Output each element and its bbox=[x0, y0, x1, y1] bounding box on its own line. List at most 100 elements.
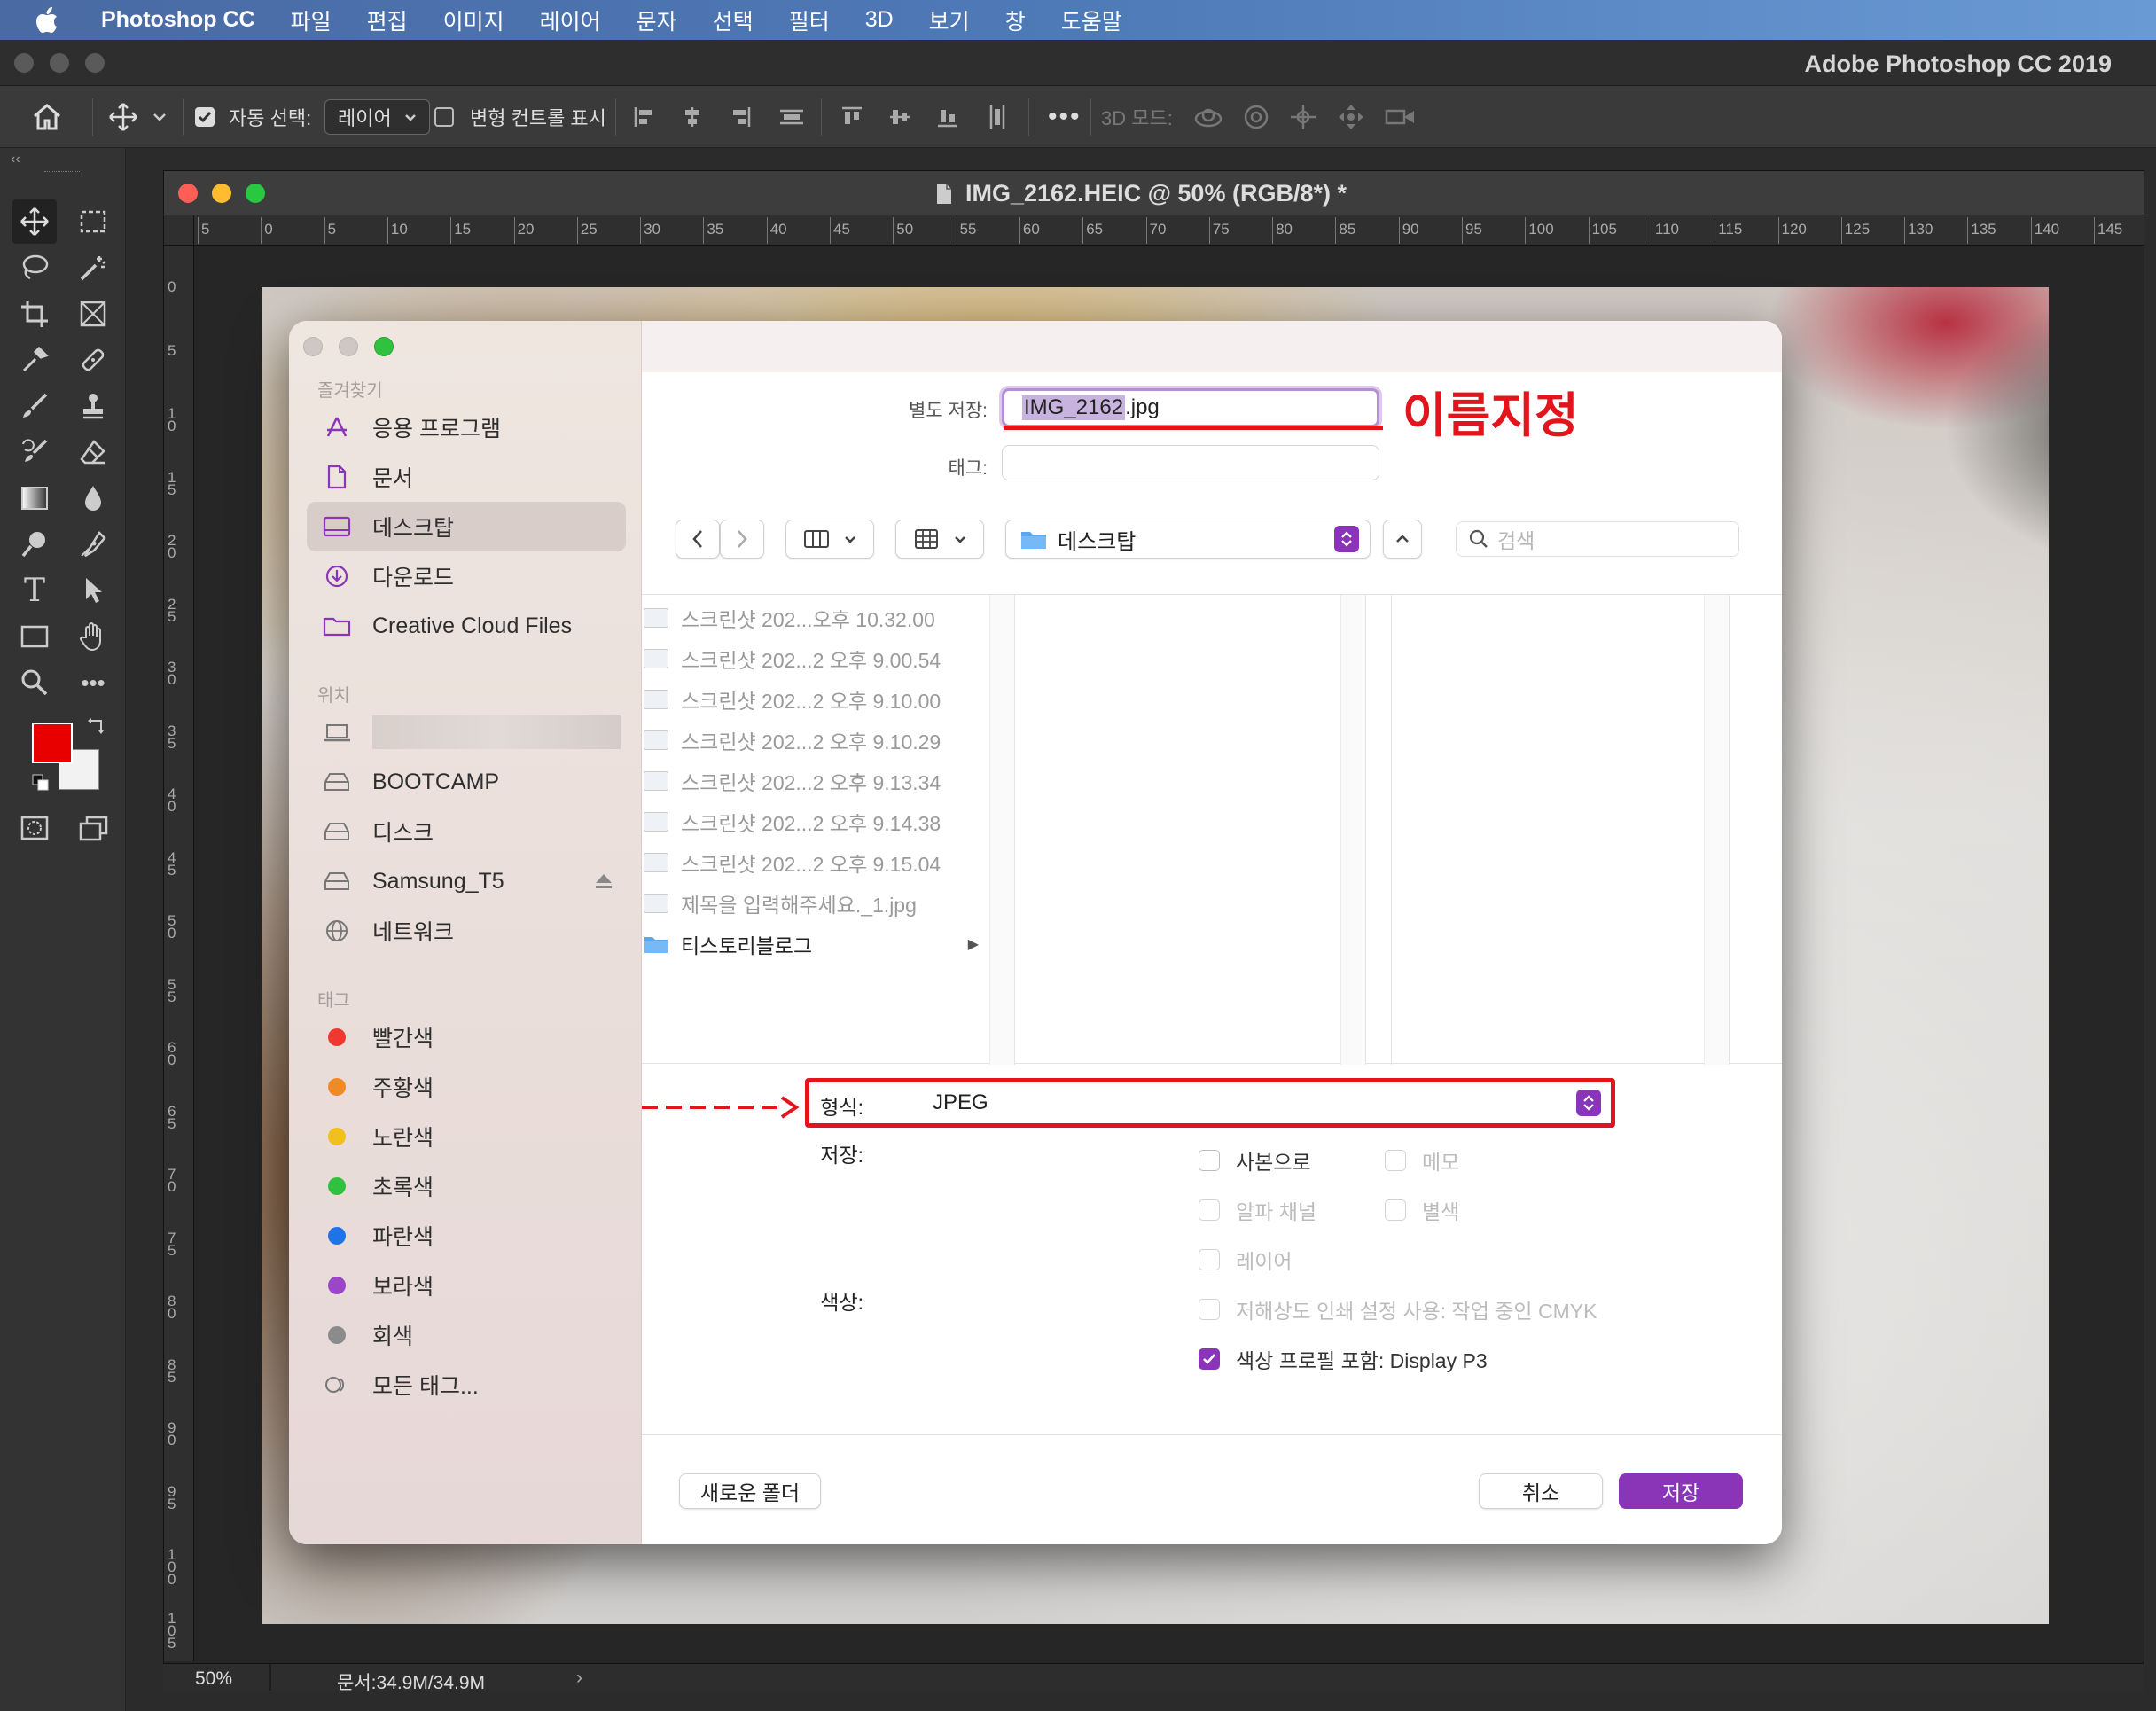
close-window-button[interactable] bbox=[14, 53, 34, 73]
transform-controls-checkbox[interactable] bbox=[434, 107, 454, 127]
horizontal-ruler[interactable]: 5 0 5 10 15 20 25 30 35 40 45 50 55 60 65 70 75 80 85 90 95 1… bbox=[164, 215, 2144, 246]
menu-view[interactable]: 보기 bbox=[929, 4, 970, 36]
sidebar-item-bootcamp[interactable]: BOOTCAMP bbox=[307, 757, 626, 807]
menu-select[interactable]: 선택 bbox=[713, 4, 754, 36]
sidebar-item-documents[interactable]: 문서 bbox=[307, 452, 626, 502]
collapse-dialog-button[interactable] bbox=[1383, 520, 1422, 559]
menu-type[interactable]: 문자 bbox=[637, 4, 677, 36]
chevron-down-icon[interactable] bbox=[152, 86, 167, 148]
menu-layer[interactable]: 레이어 bbox=[540, 4, 601, 36]
sidebar-tag-green[interactable]: 초록색 bbox=[307, 1161, 626, 1211]
sidebar-tag-blue[interactable]: 파란색 bbox=[307, 1211, 626, 1261]
view-mode-dropdown[interactable] bbox=[785, 520, 874, 559]
sidebar-item-network[interactable]: 네트워크 bbox=[307, 906, 626, 956]
marquee-tool-icon[interactable] bbox=[71, 199, 115, 244]
rectangle-tool-icon[interactable] bbox=[12, 614, 57, 659]
back-button[interactable] bbox=[676, 520, 720, 559]
align-top-icon[interactable] bbox=[840, 105, 863, 129]
panel-grip[interactable] bbox=[44, 171, 80, 176]
more-options-icon[interactable]: ••• bbox=[1048, 86, 1082, 148]
search-input[interactable]: 검색 bbox=[1456, 521, 1739, 557]
3d-slide-icon[interactable] bbox=[1337, 103, 1365, 131]
pen-tool-icon[interactable] bbox=[71, 522, 115, 566]
move-tool-icon[interactable] bbox=[108, 86, 138, 148]
sidebar-item-samsung[interactable]: Samsung_T5 bbox=[307, 856, 626, 906]
sidebar-tag-orange[interactable]: 주황색 bbox=[307, 1062, 626, 1112]
save-button[interactable]: 저장 bbox=[1619, 1473, 1743, 1509]
spot-colors-checkbox[interactable]: 별색 bbox=[1385, 1195, 1459, 1225]
zoom-tool-icon[interactable] bbox=[12, 660, 57, 705]
zoom-level[interactable]: 50% bbox=[195, 1668, 232, 1690]
align-hcenter-icon[interactable] bbox=[681, 105, 704, 129]
3d-roll-icon[interactable] bbox=[1243, 104, 1269, 130]
chevron-right-icon[interactable]: › bbox=[576, 1668, 582, 1689]
auto-select-checkbox[interactable] bbox=[195, 107, 215, 127]
frame-tool-icon[interactable] bbox=[71, 292, 115, 336]
foreground-color-swatch[interactable] bbox=[32, 723, 73, 763]
sidebar-tag-purple[interactable]: 보라색 bbox=[307, 1261, 626, 1310]
file-row[interactable]: 스크린샷 202...2 오후 9.10.29 bbox=[642, 721, 941, 760]
align-left-icon[interactable] bbox=[633, 105, 656, 129]
menu-app-name[interactable]: Photoshop CC bbox=[101, 7, 255, 33]
distribute-vertical-icon[interactable] bbox=[986, 86, 1009, 148]
sidebar-item-disk[interactable]: 디스크 bbox=[307, 807, 626, 856]
sidebar-all-tags[interactable]: 모든 태그... bbox=[307, 1360, 626, 1410]
minimize-window-button[interactable] bbox=[50, 53, 69, 73]
file-row[interactable]: 제목을 입력해주세요._1.jpg bbox=[642, 884, 917, 923]
screen-mode-icon[interactable] bbox=[71, 806, 115, 850]
zoom-window-button[interactable] bbox=[85, 53, 105, 73]
type-tool-icon[interactable]: T bbox=[12, 568, 57, 613]
doc-zoom-button[interactable] bbox=[246, 184, 265, 203]
filename-input[interactable]: IMG_2162 .jpg bbox=[1002, 388, 1379, 427]
auto-select-dropdown[interactable]: 레이어 bbox=[324, 99, 430, 135]
brush-tool-icon[interactable] bbox=[12, 384, 57, 428]
gradient-tool-icon[interactable] bbox=[12, 476, 57, 520]
file-browser[interactable]: 스크린샷 202...오후 10.32.00 스크린샷 202...2 오후 9… bbox=[642, 594, 1782, 1065]
dialog-zoom-button[interactable] bbox=[374, 337, 394, 356]
move-tool-icon[interactable] bbox=[12, 199, 57, 244]
column-scrollbar[interactable] bbox=[1340, 595, 1365, 1065]
lasso-tool-icon[interactable] bbox=[12, 246, 57, 290]
default-colors-icon[interactable] bbox=[32, 774, 50, 792]
swap-colors-icon[interactable] bbox=[87, 715, 106, 735]
dialog-close-button[interactable] bbox=[303, 337, 323, 356]
column-scrollbar[interactable] bbox=[1704, 595, 1729, 1065]
eraser-tool-icon[interactable] bbox=[71, 430, 115, 474]
file-row[interactable]: 스크린샷 202...2 오후 9.13.34 bbox=[642, 762, 941, 801]
healing-brush-icon[interactable] bbox=[71, 338, 115, 382]
sidebar-item-creative-cloud[interactable]: Creative Cloud Files bbox=[307, 601, 626, 651]
menu-edit[interactable]: 편집 bbox=[367, 4, 408, 36]
file-row[interactable]: 스크린샷 202...2 오후 9.14.38 bbox=[642, 802, 941, 841]
sidebar-tag-gray[interactable]: 회색 bbox=[307, 1310, 626, 1360]
column-scrollbar[interactable] bbox=[989, 595, 1014, 1065]
dodge-tool-icon[interactable] bbox=[12, 522, 57, 566]
notes-checkbox[interactable]: 메모 bbox=[1385, 1145, 1459, 1176]
crop-tool-icon[interactable] bbox=[12, 292, 57, 336]
menu-window[interactable]: 창 bbox=[1005, 4, 1026, 36]
location-dropdown[interactable]: 데스크탑 bbox=[1005, 520, 1371, 559]
history-brush-icon[interactable] bbox=[12, 430, 57, 474]
embed-color-profile-checkbox[interactable]: 색상 프로필 포함: Display P3 bbox=[1199, 1344, 1488, 1374]
sidebar-tag-yellow[interactable]: 노란색 bbox=[307, 1112, 626, 1161]
file-row[interactable]: 스크린샷 202...2 오후 9.15.04 bbox=[642, 843, 941, 882]
proof-setup-checkbox[interactable]: 저해상도 인쇄 설정 사용: 작업 중인 CMYK bbox=[1199, 1294, 1597, 1324]
menu-help[interactable]: 도움말 bbox=[1061, 4, 1122, 36]
cancel-button[interactable]: 취소 bbox=[1479, 1473, 1603, 1509]
sidebar-item-desktop[interactable]: 데스크탑 bbox=[307, 502, 626, 551]
doc-close-button[interactable] bbox=[178, 184, 198, 203]
ruler-origin[interactable] bbox=[164, 215, 194, 246]
forward-button[interactable] bbox=[720, 520, 764, 559]
3d-pan-icon[interactable] bbox=[1289, 103, 1317, 131]
alpha-channels-checkbox[interactable]: 알파 채널 bbox=[1199, 1195, 1316, 1225]
align-bottom-icon[interactable] bbox=[936, 105, 959, 129]
group-by-dropdown[interactable] bbox=[895, 520, 984, 559]
sidebar-tag-red[interactable]: 빨간색 bbox=[307, 1012, 626, 1062]
layers-checkbox[interactable]: 레이어 bbox=[1199, 1245, 1292, 1275]
dialog-minimize-button[interactable] bbox=[339, 337, 358, 356]
folder-row[interactable]: 티스토리블로그 ▶ bbox=[642, 925, 979, 964]
eyedropper-tool-icon[interactable] bbox=[12, 338, 57, 382]
hand-tool-icon[interactable] bbox=[71, 614, 115, 659]
doc-minimize-button[interactable] bbox=[212, 184, 231, 203]
align-vcenter-icon[interactable] bbox=[888, 105, 911, 129]
path-select-icon[interactable] bbox=[71, 568, 115, 613]
